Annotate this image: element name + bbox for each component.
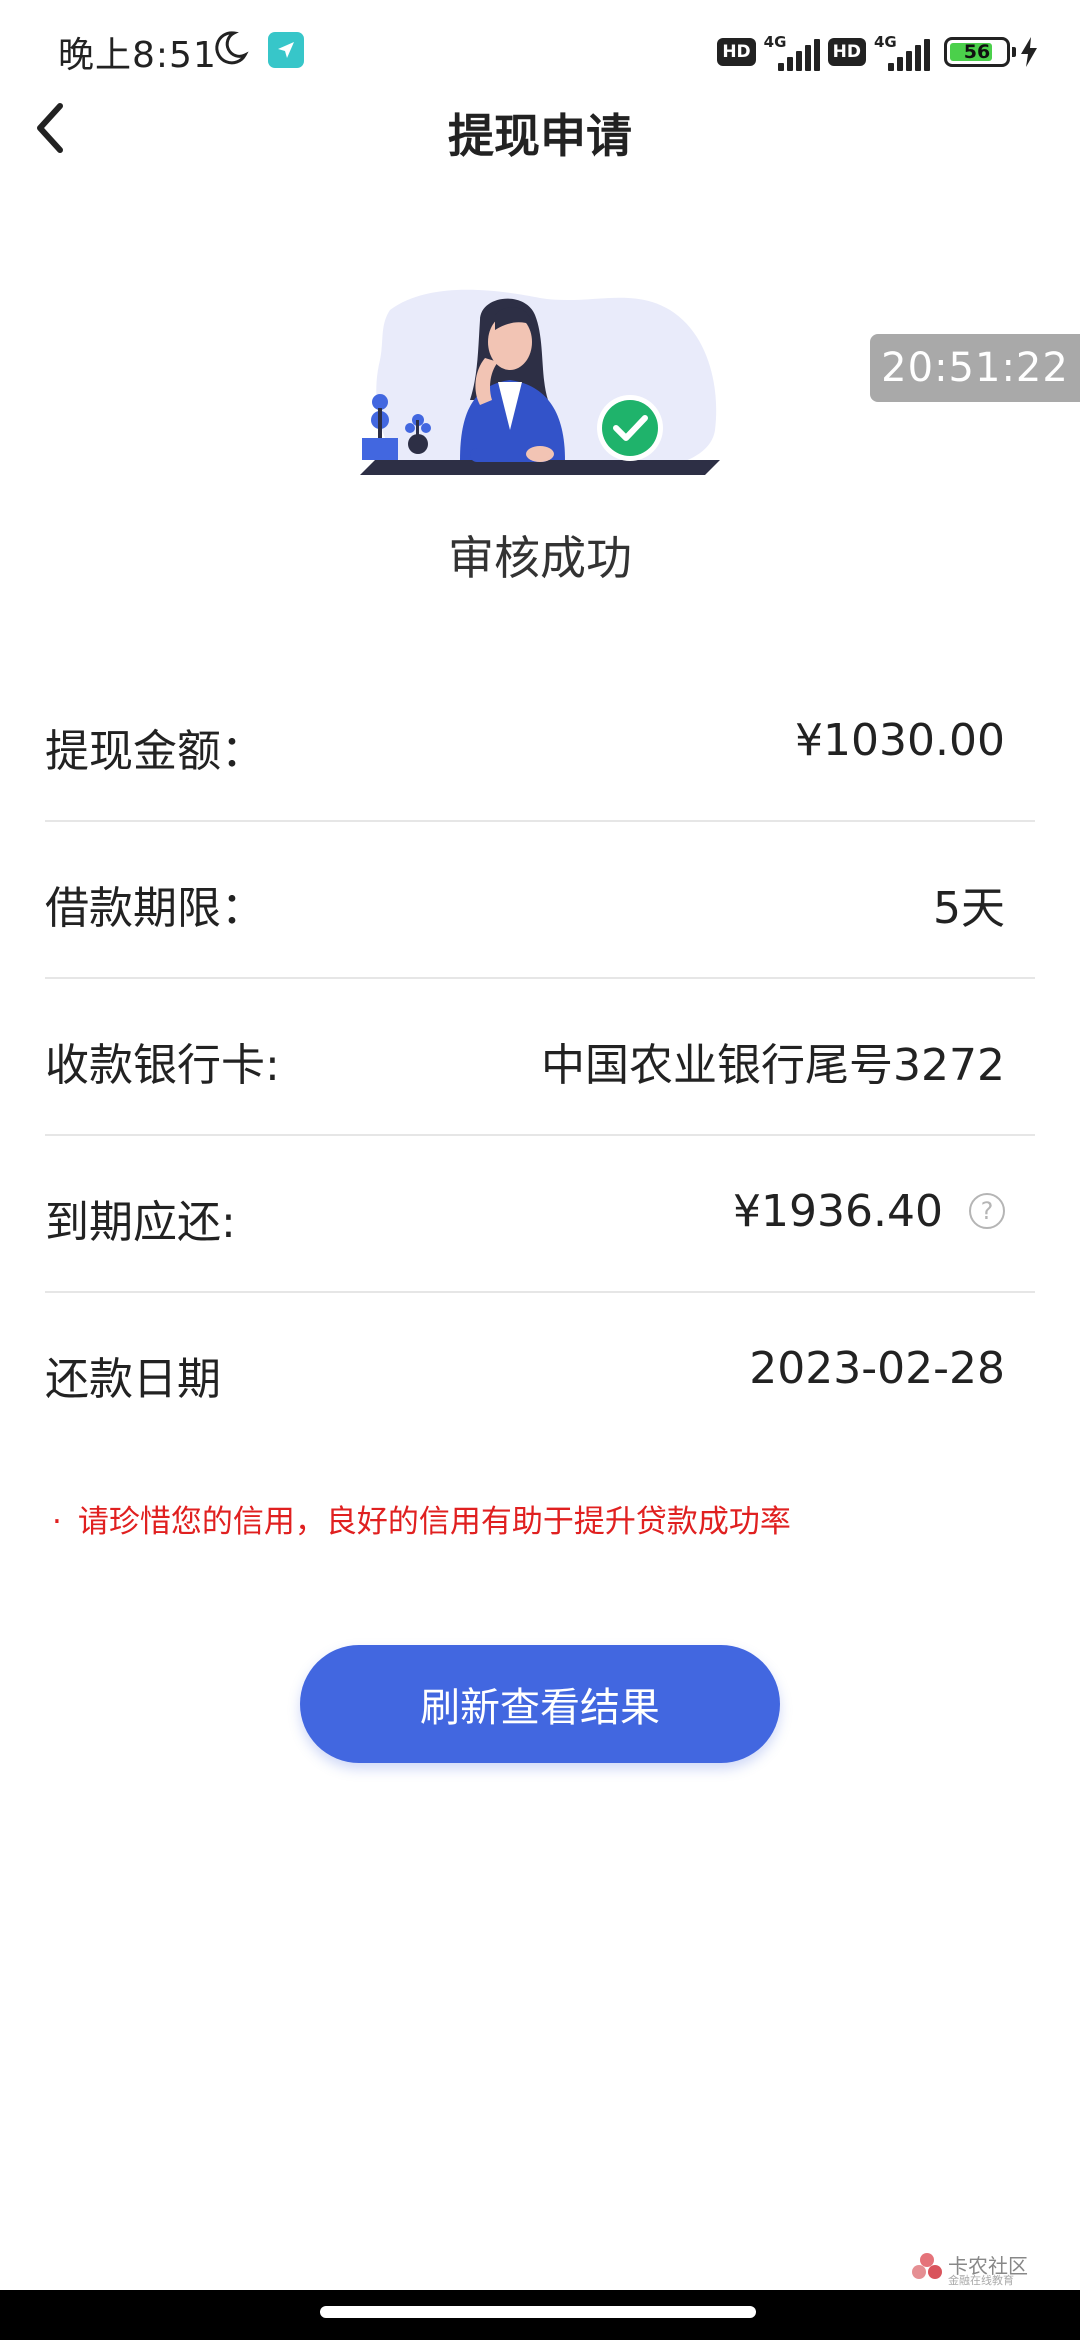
navigation-app-icon [268,32,304,68]
page-title: 提现申请 [448,109,632,163]
hd-badge-1: HD [717,38,756,66]
detail-label: 还款日期 [45,1354,221,1405]
notice-bullet: · [52,1504,62,1540]
status-time: 晚上8:51 [58,35,217,76]
moon-icon [215,31,249,65]
hd-badge-2: HD [827,38,866,66]
home-indicator[interactable] [320,2306,756,2318]
refresh-result-button[interactable]: 刷新查看结果 [300,1645,780,1763]
detail-label: 到期应还: [45,1197,236,1248]
detail-row-term: 借款期限： 5天 [45,822,1035,979]
notice-text: 请珍惜您的信用，良好的信用有助于提升贷款成功率 [77,1504,791,1540]
credit-notice: · 请珍惜您的信用，良好的信用有助于提升贷款成功率 [52,1496,791,1541]
review-status: 审核成功 [448,531,632,585]
signal-icon-2: 4G [874,33,930,71]
detail-value: ¥1936.40 [733,1186,943,1237]
charging-icon [1021,37,1037,67]
detail-list: 提现金额： ¥1030.00 借款期限： 5天 收款银行卡: 中国农业银行尾号3… [45,665,1035,1448]
detail-value: 中国农业银行尾号3272 [541,1040,1005,1091]
success-illustration [360,289,720,475]
detail-label: 提现金额： [45,726,265,777]
watermark-subtext: 金融在线教育 [948,2274,1014,2287]
detail-row-bank-card: 收款银行卡: 中国农业银行尾号3272 [45,979,1035,1136]
watermark-logo-icon [912,2253,942,2279]
battery-level: 56 [963,41,991,63]
detail-label: 收款银行卡: [45,1040,280,1091]
watermark: 卡农社区 金融在线教育 [910,2250,1040,2290]
detail-row-amount: 提现金额： ¥1030.00 [45,665,1035,822]
signal-icon-1: 4G [764,33,820,71]
detail-value: ¥1030.00 [795,715,1005,766]
gesture-nav-bar [0,2290,1080,2340]
status-bar: 晚上8:51 HD 4G HD 4G 56 [0,0,1080,100]
timestamp-badge: 20:51:22 [870,334,1080,402]
detail-value: 2023-02-28 [749,1343,1005,1394]
detail-row-repay-amount: 到期应还: ¥1936.40 ? [45,1136,1035,1293]
detail-row-repay-date: 还款日期 2023-02-28 [45,1293,1035,1448]
help-icon[interactable]: ? [969,1193,1005,1229]
detail-value: 5天 [933,883,1005,934]
battery-icon: 56 [944,37,1016,67]
detail-label: 借款期限： [45,883,265,934]
